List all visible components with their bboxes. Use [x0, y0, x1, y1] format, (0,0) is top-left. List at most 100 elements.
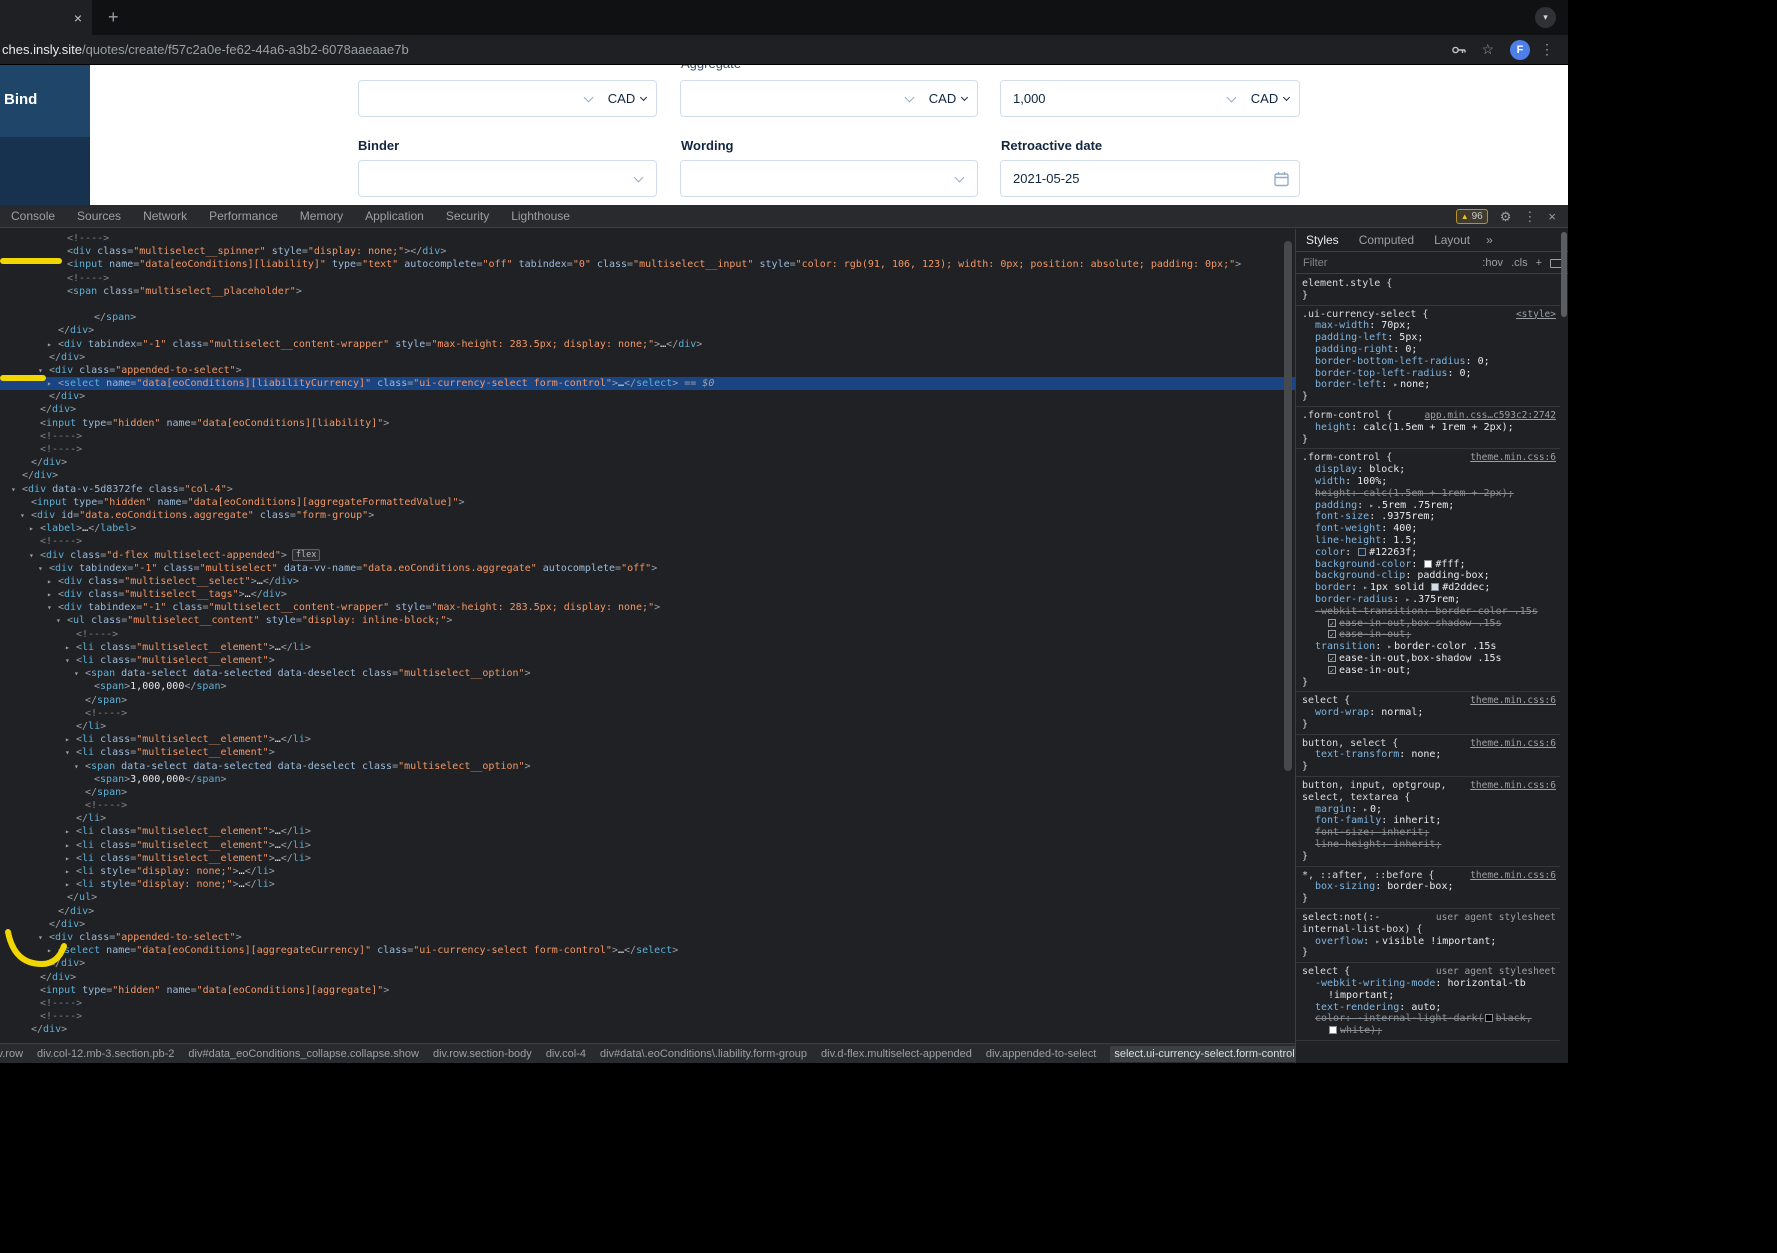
dom-tree-line[interactable]: ▸ <select name="data[eoConditions][aggreg… — [0, 944, 1295, 957]
css-property[interactable]: display: block; — [1302, 464, 1556, 476]
dom-tree-line[interactable]: ▸ <select name="data[eoConditions][liabil… — [0, 377, 1295, 391]
property-checkbox-icon[interactable]: ✓ — [1328, 665, 1336, 675]
devtools-tab-security[interactable]: Security — [435, 205, 500, 228]
expand-arrow-icon[interactable]: ▸ — [1405, 595, 1410, 604]
css-property[interactable]: -webkit-transition: border-color .15s — [1302, 606, 1556, 618]
expand-arrow-icon[interactable]: ▸ — [1363, 805, 1368, 814]
liability-multiselect[interactable]: CAD — [358, 80, 657, 117]
expand-arrow-icon[interactable]: ▸ — [1369, 501, 1374, 510]
breadcrumb-item[interactable]: div.appended-to-select — [986, 1048, 1096, 1060]
css-property[interactable]: height: calc(1.5em + 1rem + 2px); — [1302, 488, 1556, 500]
stylesheet-link[interactable]: theme.min.css:6 — [1470, 780, 1556, 792]
css-property[interactable]: color: #12263f; — [1302, 547, 1556, 559]
css-selector[interactable]: select, textarea { — [1302, 792, 1556, 804]
dom-tree-line[interactable]: ▸ <li style="display: none;">…</li> — [0, 878, 1295, 891]
dom-tree-line[interactable]: <!----> — [0, 799, 1295, 812]
dom-tree-line[interactable]: ▾ <div tabindex="-1" class="multiselect__… — [0, 601, 1295, 614]
breadcrumb-item[interactable]: div.row — [0, 1048, 23, 1060]
dom-tree-line[interactable]: <!----> — [0, 707, 1295, 720]
stylesheet-link[interactable]: theme.min.css:6 — [1470, 452, 1556, 464]
dom-tree-line[interactable]: <span>3,000,000</span> — [0, 773, 1295, 786]
expand-arrow-icon[interactable]: ▸ — [1375, 937, 1380, 946]
devtools-tab-performance[interactable]: Performance — [198, 205, 289, 228]
profile-avatar[interactable]: F — [1510, 40, 1530, 60]
dom-tree-line[interactable]: ▸ <li class="multiselect__element">…</li> — [0, 839, 1295, 852]
value-currency-select[interactable]: CAD — [1241, 81, 1299, 116]
close-devtools-icon[interactable]: × — [1548, 209, 1556, 224]
toggle-class[interactable]: .cls — [1511, 257, 1528, 269]
dom-tree-line[interactable]: </div> — [0, 403, 1295, 416]
settings-gear-icon[interactable]: ⚙ — [1500, 209, 1512, 225]
css-selector[interactable]: internal-list-box) { — [1302, 924, 1556, 936]
css-selector[interactable]: .ui-currency-select {<style> — [1302, 309, 1556, 321]
css-property[interactable]: line-height: 1.5; — [1302, 535, 1556, 547]
css-property[interactable]: color: -internal-light-dark(black, — [1302, 1013, 1556, 1025]
css-property[interactable]: border-top-left-radius: 0; — [1302, 368, 1556, 380]
color-swatch[interactable] — [1484, 1014, 1493, 1023]
css-property[interactable]: border-radius: ▸ .375rem; — [1302, 594, 1556, 606]
css-rule[interactable]: select:not(:- user agent stylesheet intern… — [1296, 909, 1560, 964]
breadcrumb-item[interactable]: div.col-4 — [546, 1048, 586, 1060]
close-tab-icon[interactable]: × — [74, 11, 82, 25]
calendar-icon[interactable] — [1274, 171, 1289, 190]
value-multiselect[interactable]: 1,000 CAD — [1000, 80, 1300, 117]
dom-tree-line[interactable]: ▾ <div class="appended-to-select"> — [0, 364, 1295, 377]
css-property[interactable]: padding: ▸ .5rem .75rem; — [1302, 500, 1556, 512]
retroactive-date-input[interactable]: 2021-05-25 — [1000, 160, 1300, 197]
new-style-rule-button[interactable]: + — [1536, 257, 1542, 269]
devtools-tab-lighthouse[interactable]: Lighthouse — [500, 205, 581, 228]
dom-tree-line[interactable]: ▾ <ul class="multiselect__content" style=… — [0, 614, 1295, 627]
wording-select[interactable] — [680, 160, 978, 197]
breadcrumb-item[interactable]: div#data_eoConditions_collapse.collapse.… — [188, 1048, 419, 1060]
styles-tab-styles[interactable]: Styles — [1296, 233, 1349, 247]
css-property[interactable]: ✓ ease-in-out,box-shadow .15s — [1302, 618, 1556, 630]
color-swatch[interactable] — [1424, 559, 1433, 568]
binder-select[interactable] — [358, 160, 657, 197]
devtools-tab-network[interactable]: Network — [132, 205, 198, 228]
dom-tree-line[interactable]: ▸ <li style="display: none;">…</li> — [0, 865, 1295, 878]
toggle-hover-state[interactable]: :hov — [1482, 257, 1503, 269]
css-property[interactable]: ✓ ease-in-out,box-shadow .15s — [1302, 653, 1556, 665]
css-property[interactable]: font-weight: 400; — [1302, 523, 1556, 535]
css-property[interactable]: padding-right: 0; — [1302, 344, 1556, 356]
dom-tree-line[interactable]: </span> — [0, 694, 1295, 707]
dom-tree-line[interactable]: ▾ <span data-select data-selected data-de… — [0, 760, 1295, 773]
css-property[interactable]: width: 100%; — [1302, 476, 1556, 488]
tab-search-icon[interactable]: ▾ — [1535, 7, 1556, 28]
css-selector[interactable]: select {theme.min.css:6 — [1302, 695, 1556, 707]
css-property[interactable]: overflow: ▸ visible !important; — [1302, 936, 1556, 948]
dom-tree-line[interactable]: </div> — [0, 351, 1295, 364]
css-property[interactable]: !important; — [1302, 990, 1556, 1002]
stylesheet-link[interactable]: user agent stylesheet — [1436, 912, 1556, 924]
browser-menu-icon[interactable]: ⋮ — [1540, 41, 1554, 58]
dom-tree-line[interactable]: </li> — [0, 812, 1295, 825]
css-property[interactable]: border-bottom-left-radius: 0; — [1302, 356, 1556, 368]
dom-tree-line[interactable]: </div> — [0, 390, 1295, 403]
dom-tree-line[interactable]: <input name="data[eoConditions][liabilit… — [0, 258, 1295, 271]
address-bar[interactable]: ches.insly.site/quotes/create/f57c2a0e-f… — [2, 42, 409, 57]
css-property[interactable]: max-width: 70px; — [1302, 320, 1556, 332]
dom-tree-line[interactable]: </div> — [0, 324, 1295, 337]
css-property[interactable]: box-sizing: border-box; — [1302, 881, 1556, 893]
dom-tree-line[interactable]: <span>1,000,000</span> — [0, 680, 1295, 693]
dom-tree-line[interactable]: ▸ <label>…</label> — [0, 522, 1295, 535]
css-rule[interactable]: *, ::after, ::before {theme.min.css:6 box… — [1296, 867, 1560, 910]
more-tabs-icon[interactable]: » — [1486, 233, 1493, 247]
css-property[interactable]: text-transform: none; — [1302, 749, 1556, 761]
dom-tree-line[interactable]: ▸ <li class="multiselect__element">…</li> — [0, 852, 1295, 865]
devtools-tab-application[interactable]: Application — [354, 205, 435, 228]
property-checkbox-icon[interactable]: ✓ — [1328, 653, 1336, 663]
stylesheet-link[interactable]: theme.min.css:6 — [1470, 870, 1556, 882]
dom-tree-line[interactable]: </div> — [0, 971, 1295, 984]
property-checkbox-icon[interactable]: ✓ — [1328, 630, 1336, 639]
css-property[interactable]: ✓ ease-in-out; — [1302, 665, 1556, 677]
dom-tree-line[interactable]: </div> — [0, 905, 1295, 918]
styles-scrollbar[interactable] — [1561, 232, 1567, 317]
breadcrumb-item[interactable]: div.row.section-body — [433, 1048, 532, 1060]
dom-tree-scrollbar[interactable] — [1284, 241, 1292, 771]
css-rule[interactable]: select {user agent stylesheet -webkit-wri… — [1296, 963, 1560, 1042]
aggregate-currency-select[interactable]: CAD — [919, 81, 977, 116]
dom-tree-line[interactable]: </div> — [0, 918, 1295, 931]
dom-tree-line[interactable]: ▾ <div id="data.eoConditions.aggregate" c… — [0, 509, 1295, 522]
css-rule[interactable]: button, input, optgroup, theme.min.css:6 s… — [1296, 777, 1560, 867]
